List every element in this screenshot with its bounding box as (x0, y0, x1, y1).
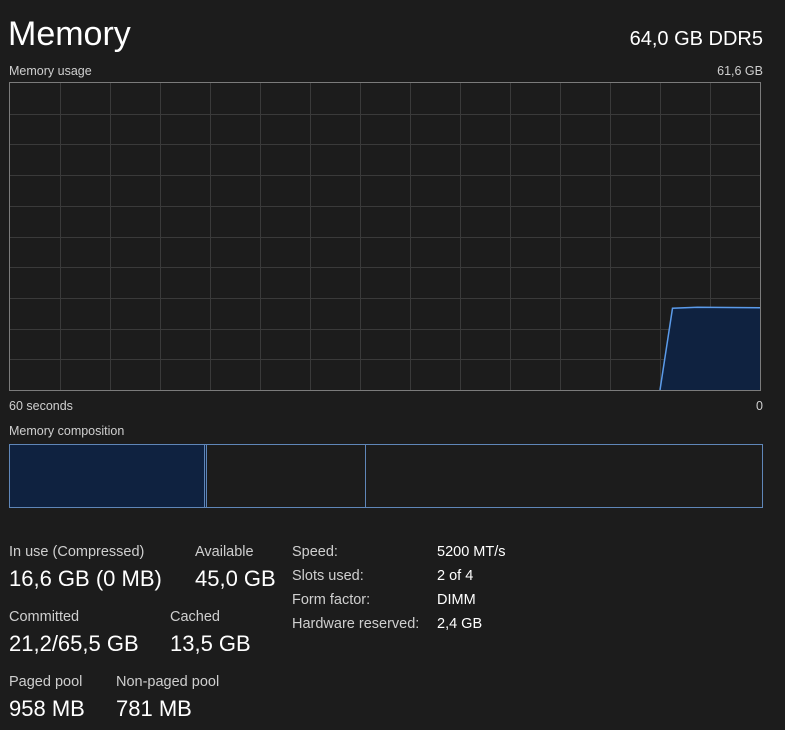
composition-standby-segment[interactable] (207, 445, 367, 507)
memory-composition-label: Memory composition (9, 424, 125, 438)
cached-value: 13,5 GB (170, 631, 251, 656)
form-factor-value: DIMM (437, 592, 476, 608)
speed-label: Speed: (292, 544, 338, 560)
paged-pool-label: Paged pool (9, 674, 83, 690)
graph-time-start: 60 seconds (9, 399, 73, 413)
committed-value: 21,2/65,5 GB (9, 631, 139, 656)
hardware-reserved-value: 2,4 GB (437, 616, 483, 632)
page-title: Memory (8, 15, 131, 53)
graph-time-end: 0 (756, 399, 763, 413)
form-factor-label: Form factor: (292, 592, 371, 608)
memory-usage-chart (10, 83, 760, 390)
hardware-reserved-label: Hardware reserved: (292, 616, 420, 632)
composition-in-use-segment[interactable] (10, 445, 206, 507)
paged-pool-value: 958 MB (9, 696, 85, 721)
in-use-label: In use (Compressed) (9, 544, 145, 560)
in-use-value: 16,6 GB (0 MB) (9, 566, 162, 591)
memory-spec: 64,0 GB DDR5 (629, 28, 763, 50)
memory-usage-label: Memory usage (9, 64, 92, 78)
slots-used-label: Slots used: (292, 568, 364, 584)
available-label: Available (195, 544, 254, 560)
memory-usage-graph (9, 82, 761, 391)
cached-label: Cached (170, 609, 220, 625)
usage-area (660, 307, 760, 390)
composition-free-segment[interactable] (366, 445, 762, 507)
available-value: 45,0 GB (195, 566, 276, 591)
memory-usage-max: 61,6 GB (717, 64, 763, 78)
slots-used-value: 2 of 4 (437, 568, 474, 584)
non-paged-pool-value: 781 MB (116, 696, 192, 721)
non-paged-pool-label: Non-paged pool (116, 674, 220, 690)
memory-composition-bar (9, 444, 763, 508)
speed-value: 5200 MT/s (437, 544, 506, 560)
committed-label: Committed (9, 609, 80, 625)
